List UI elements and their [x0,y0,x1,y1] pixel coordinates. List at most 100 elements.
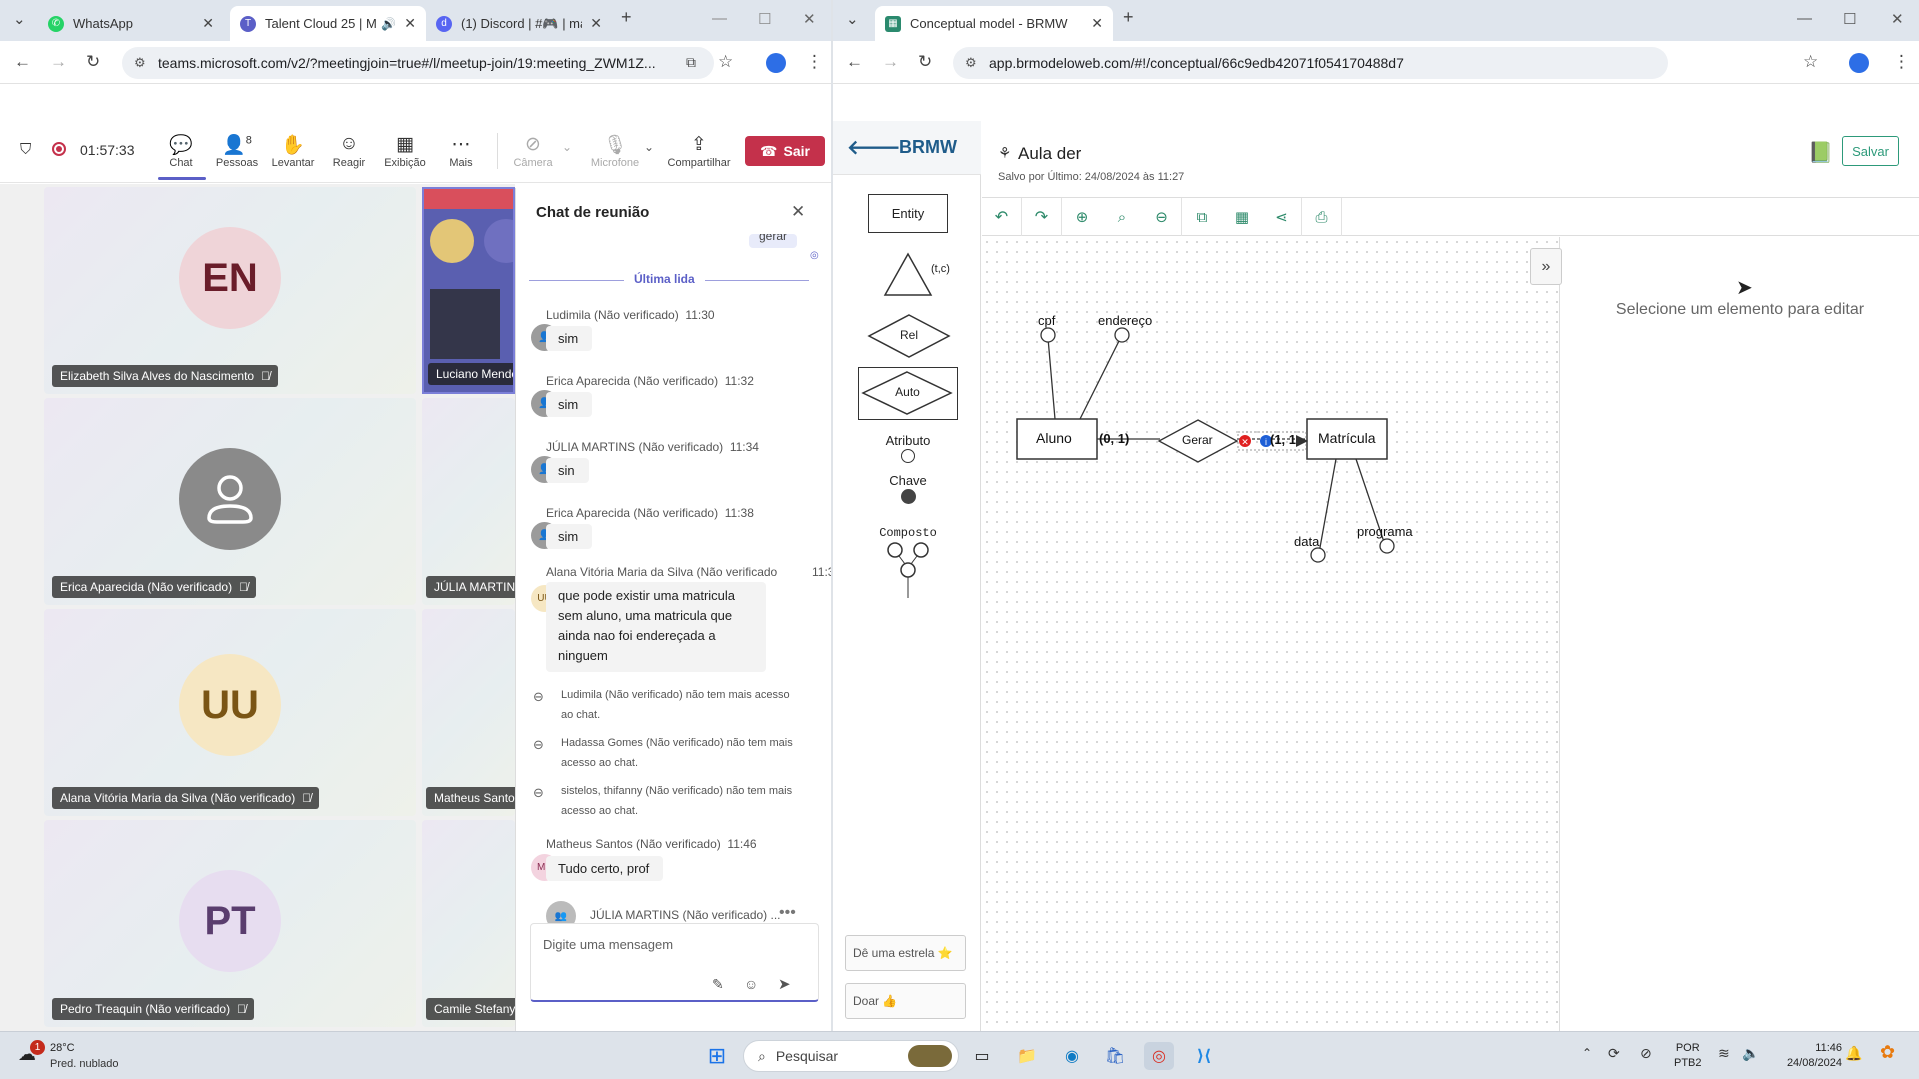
tab-list-icon[interactable]: ⌄ [846,10,859,28]
close-chat-icon[interactable]: ✕ [791,202,805,222]
reload-icon[interactable]: ↻ [86,52,100,72]
more-button[interactable]: ⋯ Mais [439,133,483,169]
bookmark-star-icon[interactable]: ☆ [1803,52,1818,72]
new-tab-icon[interactable]: + [621,7,632,28]
palette-attribute[interactable]: Atributo [878,433,938,463]
start-icon[interactable]: ⊞ [702,1042,732,1070]
vscode-icon[interactable]: ⟩⟨ [1189,1042,1219,1070]
clock[interactable]: 11:46 24/08/2024 [1772,1041,1842,1071]
send-icon[interactable]: ➤ [778,975,791,993]
file-explorer-icon[interactable]: 📁 [1012,1042,1042,1070]
url-field[interactable]: ⚙ app.brmodeloweb.com/#!/conceptual/66c9… [953,47,1668,79]
forward-icon[interactable]: → [882,52,899,72]
tray-chevron-icon[interactable]: ⌃ [1582,1046,1592,1060]
message-compose-box[interactable]: Digite uma mensagem ✎ ☺ ➤ [530,923,819,1002]
attribute-label[interactable]: data [1294,534,1319,549]
participant-tile[interactable]: PT Pedro Treaquin (Não verificado) 🎙̸ [44,820,416,1027]
camera-button[interactable]: ⊘ Câmera [511,133,555,169]
profile-icon[interactable] [766,53,786,78]
back-icon[interactable]: ← [846,52,863,72]
edge-icon[interactable]: ◉ [1057,1042,1087,1070]
emoji-icon[interactable]: ☺ [744,976,758,992]
relationship-label[interactable]: Gerar [1182,433,1213,447]
notifications-bell-icon[interactable]: 🔔 [1845,1045,1862,1062]
zoom-in-icon[interactable]: ⊕ [1062,198,1102,236]
people-button[interactable]: 👤8 Pessoas [215,133,259,169]
mic-button[interactable]: 🎙 Microfone [590,133,640,169]
profile-icon[interactable] [1849,53,1869,78]
back-arrow-icon[interactable]: 🡐 [847,135,901,160]
close-tab-icon[interactable]: ✕ [404,15,416,32]
entity-label[interactable]: Matrícula [1318,430,1376,446]
attribute-label[interactable]: cpf [1038,313,1055,328]
chrome-icon[interactable]: ◎ [1144,1042,1174,1070]
minimize-icon[interactable]: — [1797,10,1812,27]
install-icon[interactable]: ⧉ [686,54,696,71]
volume-icon[interactable]: 🔈 [1742,1045,1759,1062]
tab-brmw[interactable]: ▦ Conceptual model - BRMW ✕ [875,6,1113,41]
maximize-icon[interactable]: ☐ [758,10,771,28]
tab-discord[interactable]: d (1) Discord | #🎮 | mat ✕ [426,6,612,41]
site-info-icon[interactable]: ⚙ [134,55,146,71]
tab-whatsapp[interactable]: ✆ WhatsApp ✕ [38,6,224,41]
close-tab-icon[interactable]: ✕ [590,15,602,32]
format-icon[interactable]: ✎ [712,976,724,993]
duplicate-icon[interactable]: ⧉ [1182,198,1222,236]
reload-icon[interactable]: ↻ [918,52,932,72]
entity-label[interactable]: Aluno [1036,430,1072,446]
forward-icon[interactable]: → [50,52,67,72]
menu-icon[interactable]: ⋮ [806,52,823,72]
language-indicator[interactable]: POR PTB2 [1674,1041,1702,1071]
speaker-icon[interactable]: 🔊 [381,17,396,31]
palette-key-attribute[interactable]: Chave [878,473,938,504]
palette-relationship[interactable]: Rel [867,313,951,359]
model-title[interactable]: Aula der [1018,144,1081,164]
undo-icon[interactable]: ↶ [982,198,1022,236]
cardinality-label[interactable]: (0, 1) [1099,431,1129,446]
table-icon[interactable]: ▦ [1222,198,1262,236]
diagram-canvas[interactable]: ✕ i cpf endereço Aluno (0, 1) Gerar (1, … [982,237,1559,1031]
participant-tile-video[interactable]: Luciano Mende [422,187,515,394]
close-tab-icon[interactable]: ✕ [1091,15,1103,32]
share-icon[interactable]: ⋖ [1262,198,1302,236]
sync-icon[interactable]: ⟳ [1608,1045,1620,1062]
wifi-icon[interactable]: ≋ [1718,1045,1730,1062]
copilot-icon[interactable]: ✿ [1880,1042,1895,1063]
palette-entity[interactable]: Entity [868,194,948,233]
zoom-fit-icon[interactable]: ⌕ [1102,198,1142,236]
participant-tile[interactable]: Erica Aparecida (Não verificado) 🎙̸ [44,398,416,605]
network-off-icon[interactable]: ⊘ [1640,1045,1652,1062]
task-view-icon[interactable]: ▭ [967,1042,997,1070]
participant-tile[interactable]: JÚLIA MARTINS [422,398,532,605]
close-tab-icon[interactable]: ✕ [202,15,214,32]
minimize-icon[interactable]: — [712,10,727,27]
zoom-out-icon[interactable]: ⊖ [1142,198,1182,236]
donate-button[interactable]: Doar 👍 [845,983,966,1019]
participant-tile[interactable]: UU Alana Vitória Maria da Silva (Não ver… [44,609,416,816]
chat-button[interactable]: 💬 Chat [159,133,203,169]
mic-options-chevron-icon[interactable]: ⌄ [644,140,654,154]
cardinality-label[interactable]: (1, 1 [1270,432,1296,447]
tab-teams[interactable]: T Talent Cloud 25 | M 🔊 ✕ [230,6,426,41]
react-button[interactable]: ☺ Reagir [327,133,371,169]
participant-tile[interactable]: EN Elizabeth Silva Alves do Nascimento 🎙̸ [44,187,416,394]
site-info-icon[interactable]: ⚙ [965,55,977,71]
message-input[interactable]: Digite uma mensagem [543,937,673,952]
palette-auto-relationship[interactable]: Auto [858,367,958,420]
tab-list-icon[interactable]: ⌄ [13,10,26,28]
star-button[interactable]: Dê uma estrela ⭐ [845,935,966,971]
new-tab-icon[interactable]: + [1123,7,1134,28]
palette-specialization[interactable]: (t,c) [883,251,973,301]
print-icon[interactable]: ⎙ [1302,198,1342,236]
camera-options-chevron-icon[interactable]: ⌄ [562,140,572,154]
close-window-icon[interactable]: ✕ [1891,10,1904,28]
redo-icon[interactable]: ↷ [1022,198,1062,236]
attribute-label[interactable]: programa [1357,524,1413,539]
palette-composite-attribute[interactable]: Composto [863,526,953,604]
attribute-label[interactable]: endereço [1098,313,1152,328]
menu-icon[interactable]: ⋮ [1893,52,1910,72]
leave-button[interactable]: ☎ Sair [745,136,825,166]
save-button[interactable]: Salvar [1842,136,1899,166]
participant-tile[interactable]: Matheus Santo [422,609,523,816]
back-icon[interactable]: ← [14,52,31,72]
